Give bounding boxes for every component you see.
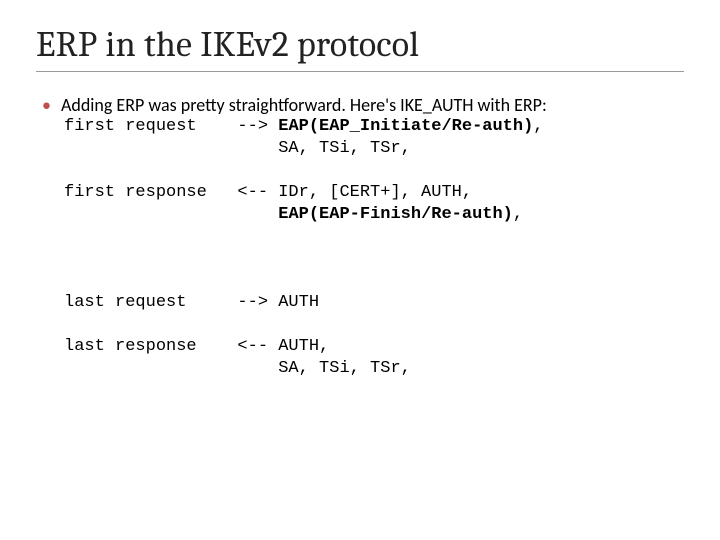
- code-line: last request --> AUTH: [64, 293, 319, 312]
- code-line: first response <-- IDr, [CERT+], AUTH,: [64, 183, 472, 202]
- code-line: ,: [513, 205, 523, 224]
- code-block: first request --> EAP(EAP_Initiate/Re-au…: [64, 116, 684, 380]
- slide: ERP in the IKEv2 protocol • Adding ERP w…: [0, 0, 720, 540]
- code-line: last response <-- AUTH,: [64, 337, 329, 356]
- code-line: first request -->: [64, 117, 278, 136]
- code-line: ,: [533, 117, 543, 136]
- bullet-item: • Adding ERP was pretty straightforward.…: [42, 94, 684, 116]
- code-bold: EAP(EAP-Finish/Re-auth): [278, 205, 513, 224]
- code-line: SA, TSi, TSr,: [64, 139, 411, 158]
- code-bold: EAP(EAP_Initiate/Re-auth): [278, 117, 533, 136]
- bullet-dot-icon: •: [42, 94, 51, 116]
- code-line: SA, TSi, TSr,: [64, 359, 411, 378]
- code-line: [64, 205, 278, 224]
- bullet-text: Adding ERP was pretty straightforward. H…: [61, 94, 547, 116]
- slide-title: ERP in the IKEv2 protocol: [36, 24, 684, 72]
